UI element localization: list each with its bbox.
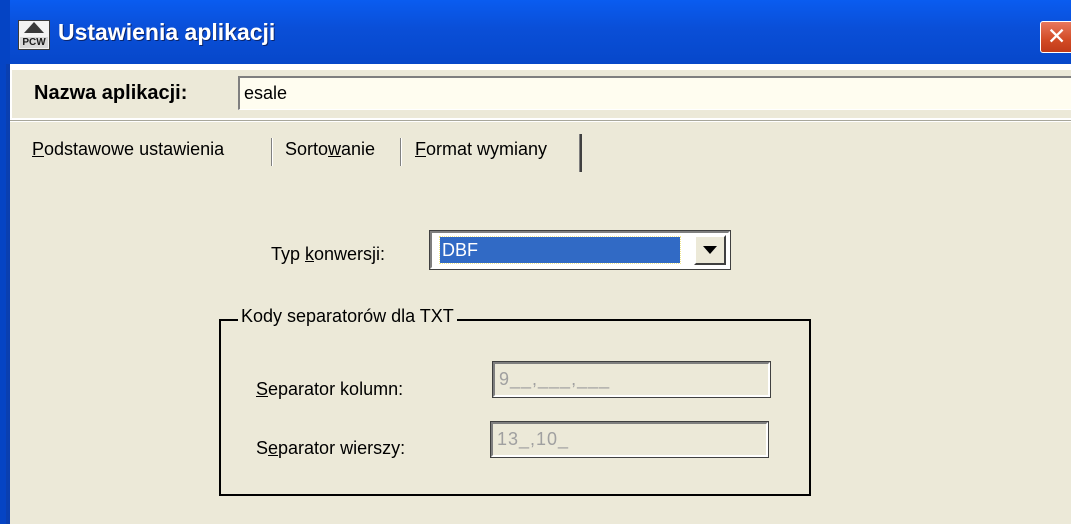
app-name-row: Nazwa aplikacji: esale xyxy=(12,70,1071,118)
row-separator-input[interactable]: 13_,10_ xyxy=(490,421,769,458)
column-separator-label: Separator kolumn: xyxy=(256,379,404,399)
header-divider xyxy=(10,120,1071,122)
conversion-type-value: DBF xyxy=(439,236,681,264)
close-button[interactable]: ✕ xyxy=(1040,21,1071,53)
window-title: Ustawienia aplikacji xyxy=(58,19,276,45)
app-name-label: Nazwa aplikacji: xyxy=(34,82,188,104)
close-icon: ✕ xyxy=(1047,24,1067,50)
column-separator-input[interactable]: 9__,___,___ xyxy=(492,361,771,398)
tab-format-wymiany[interactable]: Format wymiany xyxy=(407,128,585,174)
tab-active-edge xyxy=(579,134,582,172)
settings-window: PCW Ustawienia aplikacji ✕ Nazwa aplikac… xyxy=(0,0,1071,524)
dropdown-button[interactable] xyxy=(694,235,726,265)
chevron-down-icon xyxy=(703,246,717,254)
tab-separator xyxy=(400,138,402,166)
conversion-type-select[interactable]: DBF xyxy=(429,230,731,270)
tab-podstawowe-ustawienia[interactable]: Podstawowe ustawienia xyxy=(32,132,224,166)
app-house-icon: PCW xyxy=(18,20,50,50)
tab-sortowanie[interactable]: Sortowanie xyxy=(285,132,375,166)
tab-panel-format-wymiany: Typ konwersji: DBF Kody separatorów dla … xyxy=(10,174,1071,524)
separator-codes-title: Kody separatorów dla TXT xyxy=(238,306,457,327)
separator-codes-group xyxy=(219,319,811,496)
app-name-input[interactable]: esale xyxy=(238,76,1071,110)
tab-strip: Podstawowe ustawienia Sortowanie Format … xyxy=(10,124,1071,174)
tab-separator xyxy=(271,138,273,166)
conversion-type-label: Typ konwersji: xyxy=(271,244,386,264)
window-frame-left xyxy=(0,0,10,524)
row-separator-label: Separator wierszy: xyxy=(256,438,406,458)
